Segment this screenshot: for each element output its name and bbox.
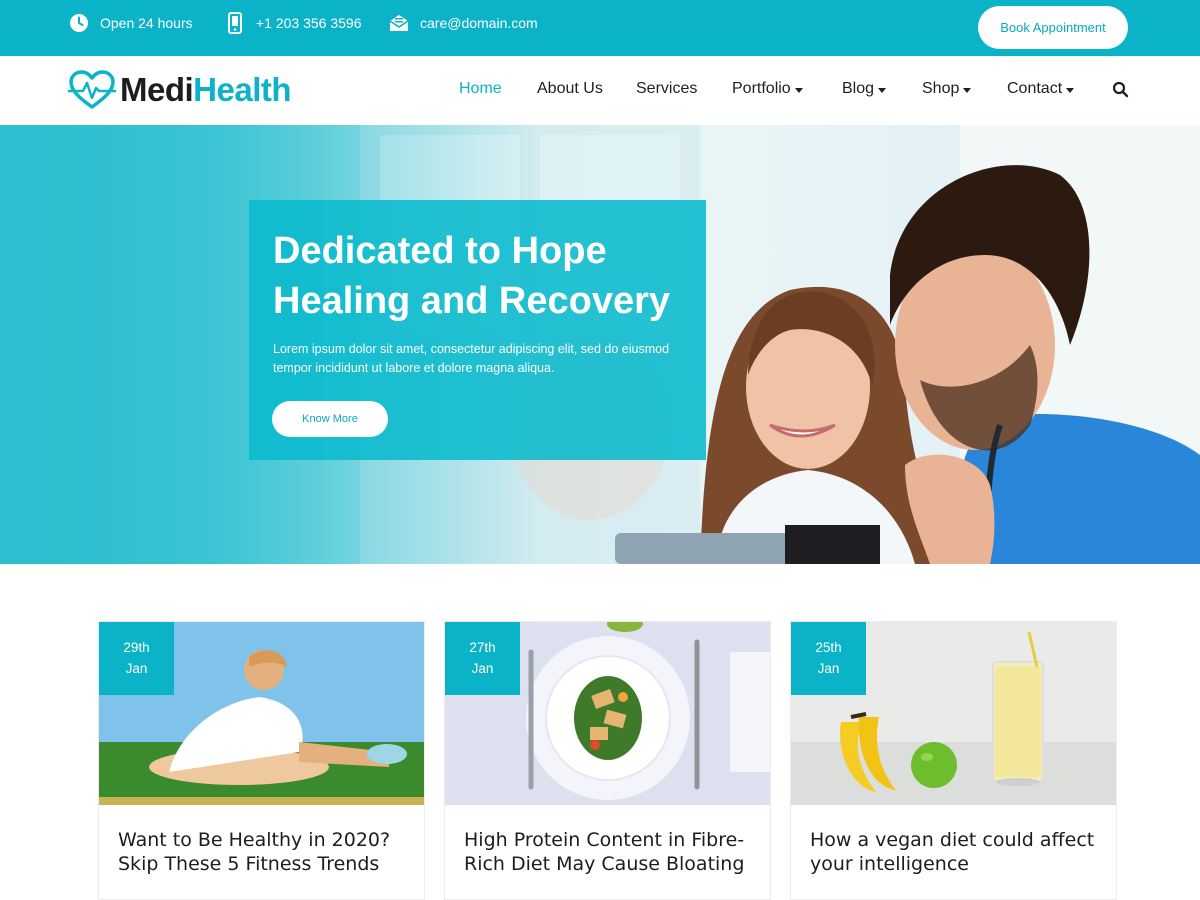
chevron-down-icon bbox=[963, 87, 972, 93]
blog-card[interactable]: 27th Jan High Protein Content in Fibre-R… bbox=[444, 621, 771, 900]
blog-card[interactable]: 29th Jan Want to Be Healthy in 2020? Ski… bbox=[98, 621, 425, 900]
phone-text[interactable]: +1 203 356 3596 bbox=[256, 15, 362, 31]
email-info[interactable]: care@domain.com bbox=[388, 12, 538, 34]
nav-contact[interactable]: Contact bbox=[1007, 80, 1075, 98]
nav-services[interactable]: Services bbox=[636, 80, 697, 98]
hours-info: Open 24 hours bbox=[68, 12, 193, 34]
know-more-button[interactable]: Know More bbox=[272, 401, 388, 437]
nav-shop[interactable]: Shop bbox=[922, 80, 972, 98]
clock-icon bbox=[68, 12, 90, 34]
date-badge: 25th Jan bbox=[791, 622, 866, 695]
blog-card[interactable]: 25th Jan How a vegan diet could affect y… bbox=[790, 621, 1117, 900]
mobile-phone-icon bbox=[224, 12, 246, 34]
nav-about-us[interactable]: About Us bbox=[537, 80, 603, 98]
chevron-down-icon bbox=[1066, 87, 1075, 93]
phone-info[interactable]: +1 203 356 3596 bbox=[224, 12, 362, 34]
nav-blog[interactable]: Blog bbox=[842, 80, 887, 98]
post-title[interactable]: How a vegan diet could affect your intel… bbox=[810, 828, 1110, 876]
date-badge: 29th Jan bbox=[99, 622, 174, 695]
nav-portfolio[interactable]: Portfolio bbox=[732, 80, 803, 98]
hours-text: Open 24 hours bbox=[100, 15, 193, 31]
top-info-bar: Open 24 hours +1 203 356 3596 care@domai… bbox=[0, 0, 1200, 56]
main-navbar: MediHealth Home About Us Services Portfo… bbox=[0, 56, 1200, 125]
chevron-down-icon bbox=[794, 87, 803, 93]
hero-description: Lorem ipsum dolor sit amet, consectetur … bbox=[273, 342, 670, 375]
envelope-icon bbox=[388, 12, 410, 34]
heart-pulse-icon bbox=[68, 70, 116, 109]
chevron-down-icon bbox=[878, 87, 887, 93]
email-text[interactable]: care@domain.com bbox=[420, 15, 538, 31]
nav-home[interactable]: Home bbox=[459, 80, 502, 98]
hero-caption-box: Dedicated to Hope Healing and Recovery L… bbox=[249, 200, 706, 460]
date-badge: 27th Jan bbox=[445, 622, 520, 695]
hero-title: Dedicated to Hope Healing and Recovery bbox=[273, 230, 671, 322]
hero-banner: Dedicated to Hope Healing and Recovery L… bbox=[0, 125, 1200, 564]
search-icon[interactable] bbox=[1112, 81, 1130, 99]
book-appointment-button[interactable]: Book Appointment bbox=[978, 6, 1128, 49]
logo-text: MediHealth bbox=[120, 71, 292, 108]
site-logo[interactable]: MediHealth bbox=[68, 70, 292, 110]
post-title[interactable]: Want to Be Healthy in 2020? Skip These 5… bbox=[118, 828, 418, 876]
post-title[interactable]: High Protein Content in Fibre-Rich Diet … bbox=[464, 828, 764, 876]
